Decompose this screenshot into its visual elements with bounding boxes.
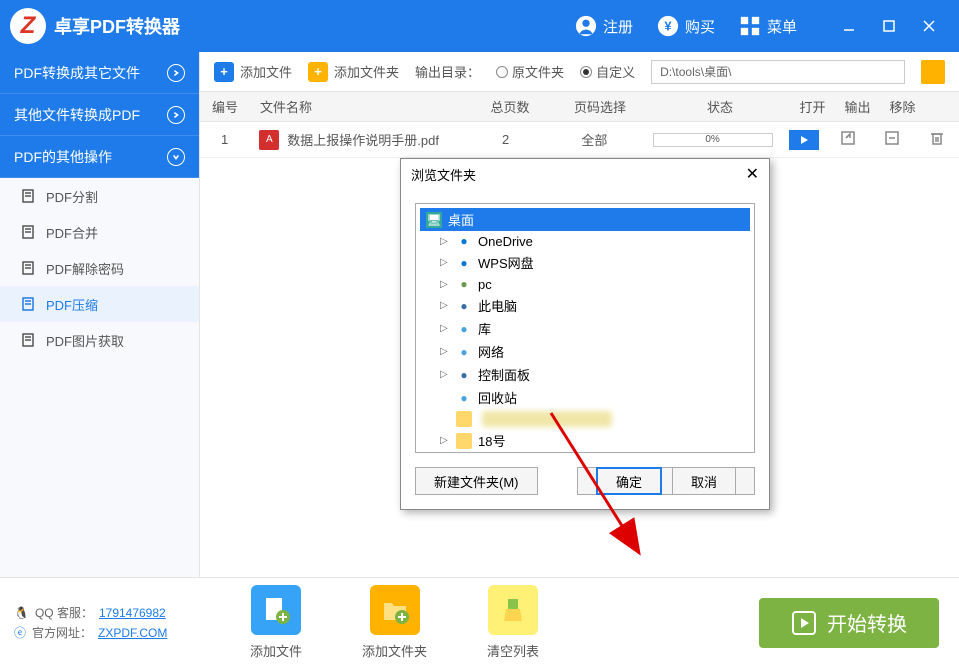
dialog-title-bar[interactable]: 浏览文件夹 ✕ [401, 159, 769, 189]
sidebar: PDF转换成其它文件 其他文件转换成PDF PDF的其他操作 PDF分割PDF合… [0, 52, 200, 667]
delete-icon[interactable] [929, 130, 945, 146]
add-folder-button[interactable]: + 添加文件夹 [308, 62, 399, 82]
tree-item[interactable] [420, 409, 750, 429]
site-link[interactable]: ZXPDF.COM [98, 626, 167, 640]
plus-icon: + [308, 62, 328, 82]
cancel-button[interactable]: 取消 [672, 467, 736, 495]
play-button[interactable] [789, 130, 819, 150]
toolbar: + 添加文件 + 添加文件夹 输出目录： 原文件夹 自定义 [200, 52, 959, 92]
footer-clear[interactable]: 清空列表 [487, 585, 539, 660]
close-button[interactable] [909, 0, 949, 52]
tree-item[interactable]: ▷●OneDrive [420, 231, 750, 251]
table-header: 编号 文件名称 总页数 页码选择 状态 打开 输出 移除 [200, 92, 959, 122]
app-header: Z 卓享PDF转换器 注册 ¥ 购买 菜单 [0, 0, 959, 52]
output-path-input[interactable] [651, 60, 905, 84]
file-name: 数据上报操作说明手册.pdf [287, 130, 439, 149]
app-title: 卓享PDF转换器 [54, 13, 563, 39]
sidebar-cat-pdf-to-other[interactable]: PDF转换成其它文件 [0, 52, 199, 94]
pdf-icon: A [259, 130, 279, 150]
sidebar-cat-other-to-pdf[interactable]: 其他文件转换成PDF [0, 94, 199, 136]
sidebar-item[interactable]: PDF压缩 [0, 286, 199, 322]
tree-root[interactable]: 🖥 桌面 [420, 208, 750, 231]
start-convert-button[interactable]: 开始转换 [759, 598, 939, 648]
footer: 🐧QQ 客服：1791476982 ⓔ官方网址：ZXPDF.COM 添加文件 添… [0, 577, 959, 667]
dialog-title: 浏览文件夹 [411, 165, 476, 184]
browse-folder-button[interactable] [921, 60, 945, 84]
plus-icon: + [214, 62, 234, 82]
chevron-down-icon [167, 148, 185, 166]
tree-item[interactable]: ▷18号 [420, 429, 750, 452]
grid-icon [739, 15, 761, 37]
folder-tree[interactable]: 🖥 桌面 ▷●OneDrive▷●WPS网盘▷●pc▷●此电脑▷●库▷●网络▷●… [415, 203, 755, 453]
sidebar-cat-pdf-ops[interactable]: PDF的其他操作 [0, 136, 199, 178]
register-button[interactable]: 注册 [563, 0, 645, 52]
tree-item[interactable]: ▷●WPS网盘 [420, 251, 750, 274]
menu-button[interactable]: 菜单 [727, 0, 809, 52]
chevron-right-icon [167, 64, 185, 82]
tree-item[interactable]: ▷●控制面板 [420, 363, 750, 386]
sidebar-item[interactable]: PDF解除密码 [0, 250, 199, 286]
tree-item[interactable]: ▷●库 [420, 317, 750, 340]
output-label: 输出目录： [415, 62, 480, 81]
user-icon [575, 15, 597, 37]
sidebar-item[interactable]: PDF图片获取 [0, 322, 199, 358]
play-icon [791, 610, 817, 636]
add-file-button[interactable]: + 添加文件 [214, 62, 292, 82]
qq-link[interactable]: 1791476982 [99, 606, 166, 620]
sidebar-item[interactable]: PDF分割 [0, 178, 199, 214]
footer-info: 🐧QQ 客服：1791476982 ⓔ官方网址：ZXPDF.COM [0, 601, 200, 644]
maximize-button[interactable] [869, 0, 909, 52]
tree-item[interactable]: ▷●此电脑 [420, 294, 750, 317]
minimize-button[interactable] [829, 0, 869, 52]
open-icon[interactable] [840, 130, 856, 146]
svg-text:¥: ¥ [664, 19, 672, 34]
chevron-right-icon [167, 106, 185, 124]
progress-bar: 0% [653, 133, 773, 147]
tree-item[interactable]: ●回收站 [420, 386, 750, 409]
tree-item[interactable]: ▷●网络 [420, 340, 750, 363]
footer-add-file[interactable]: 添加文件 [250, 585, 302, 660]
browse-folder-dialog: 浏览文件夹 ✕ 🖥 桌面 ▷●OneDrive▷●WPS网盘▷●pc▷●此电脑▷… [400, 158, 770, 510]
page-select[interactable]: 全部 [545, 130, 644, 149]
radio-same-folder[interactable]: 原文件夹 [496, 62, 564, 81]
radio-custom[interactable]: 自定义 [580, 62, 635, 81]
tree-item[interactable]: ▷●pc [420, 274, 750, 294]
yen-icon: ¥ [657, 15, 679, 37]
tree-item[interactable]: ▷watermarksoft [420, 452, 750, 453]
output-icon[interactable] [884, 130, 900, 146]
new-folder-button[interactable]: 新建文件夹(M) [415, 467, 538, 495]
footer-add-folder[interactable]: 添加文件夹 [362, 585, 427, 660]
app-logo: Z [10, 8, 46, 44]
dialog-close-button[interactable]: ✕ [746, 164, 759, 184]
buy-button[interactable]: ¥ 购买 [645, 0, 727, 52]
table-row[interactable]: 1 A 数据上报操作说明手册.pdf 2 全部 0% [200, 122, 959, 158]
ok-button[interactable]: 确定 [596, 467, 662, 495]
sidebar-item[interactable]: PDF合并 [0, 214, 199, 250]
